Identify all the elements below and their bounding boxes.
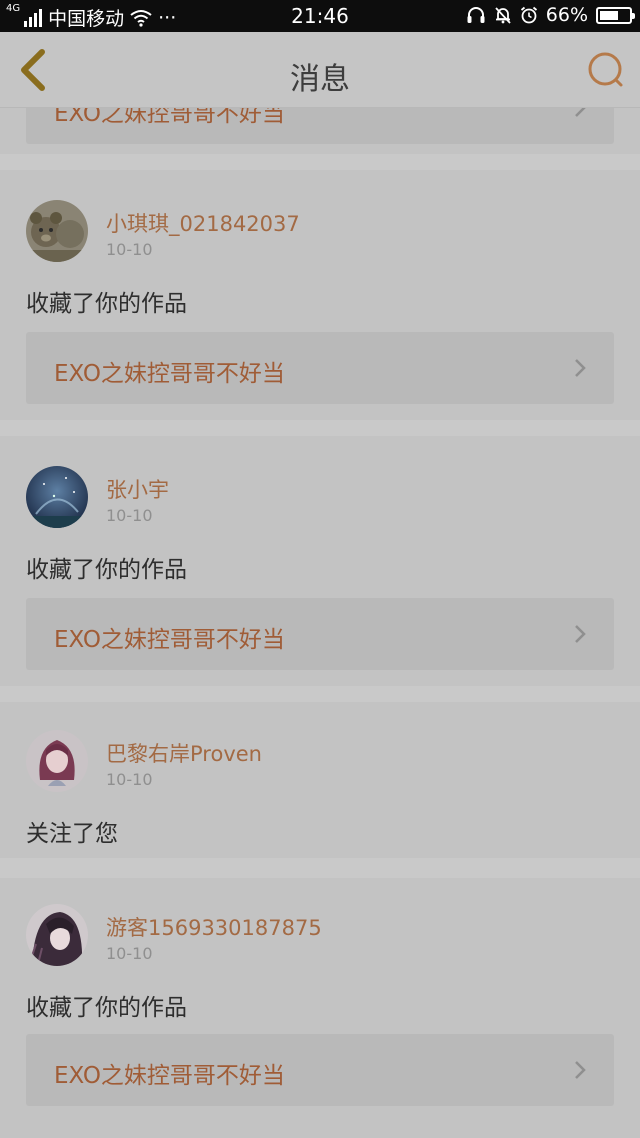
dark-hair-avatar-image (26, 904, 88, 966)
message-date: 10-10 (106, 770, 153, 789)
search-icon (588, 52, 623, 87)
avatar[interactable] (26, 200, 88, 262)
avatar[interactable] (26, 466, 88, 528)
battery-icon (596, 6, 635, 24)
message-list: EXO之妹控哥哥不好当 小琪琪_021842037 10-10 收藏了你的作品 … (0, 108, 640, 1138)
avatar[interactable] (26, 904, 88, 966)
username[interactable]: 张小宇 (106, 474, 169, 504)
work-title: EXO之妹控哥哥不好当 (54, 108, 285, 127)
message-card[interactable]: 巴黎右岸Proven 10-10 关注了您 (0, 702, 640, 858)
message-date: 10-10 (106, 240, 153, 259)
action-text: 收藏了你的作品 (26, 291, 187, 317)
work-link-partial[interactable]: EXO之妹控哥哥不好当 (26, 108, 614, 144)
chevron-right-icon (575, 108, 586, 117)
work-title: EXO之妹控哥哥不好当 (54, 627, 285, 653)
alarm-icon (520, 6, 537, 24)
action-text: 关注了您 (26, 821, 118, 847)
teddy-bear-avatar-image (26, 200, 88, 262)
username[interactable]: 游客1569330187875 (106, 912, 322, 942)
message-date: 10-10 (106, 506, 153, 525)
chevron-right-icon (575, 625, 586, 643)
message-card[interactable]: 张小宇 10-10 收藏了你的作品 EXO之妹控哥哥不好当 (0, 436, 640, 686)
status-bar: 4G 中国移动 ··· 21:46 66% (0, 0, 640, 32)
message-card[interactable]: 游客1569330187875 10-10 收藏了你的作品 EXO之妹控哥哥不好… (0, 878, 640, 1138)
work-link[interactable]: EXO之妹控哥哥不好当 (26, 332, 614, 404)
battery-percent: 66% (545, 4, 588, 26)
headset-icon (467, 7, 485, 23)
mute-bell-icon (495, 7, 511, 24)
work-title: EXO之妹控哥哥不好当 (54, 1063, 285, 1089)
action-text: 收藏了你的作品 (26, 557, 187, 583)
night-sky-avatar-image (26, 466, 88, 528)
work-link[interactable]: EXO之妹控哥哥不好当 (26, 1034, 614, 1106)
nav-bar: 消息 (0, 32, 640, 108)
avatar[interactable] (26, 730, 88, 792)
username[interactable]: 小琪琪_021842037 (106, 208, 300, 238)
message-date: 10-10 (106, 944, 153, 963)
work-link[interactable]: EXO之妹控哥哥不好当 (26, 598, 614, 670)
page-title: 消息 (290, 62, 350, 97)
message-card-partial: EXO之妹控哥哥不好当 (0, 108, 640, 154)
work-title: EXO之妹控哥哥不好当 (54, 361, 285, 387)
chevron-right-icon (575, 359, 586, 377)
status-right: 66% (466, 4, 635, 26)
message-card[interactable]: 小琪琪_021842037 10-10 收藏了你的作品 EXO之妹控哥哥不好当 (0, 170, 640, 420)
action-text: 收藏了你的作品 (26, 995, 187, 1021)
anime-girl-avatar-image (26, 730, 88, 792)
search-button[interactable] (586, 50, 626, 90)
battery-fill (600, 10, 619, 20)
chevron-right-icon (575, 1061, 586, 1079)
username[interactable]: 巴黎右岸Proven (106, 738, 262, 768)
